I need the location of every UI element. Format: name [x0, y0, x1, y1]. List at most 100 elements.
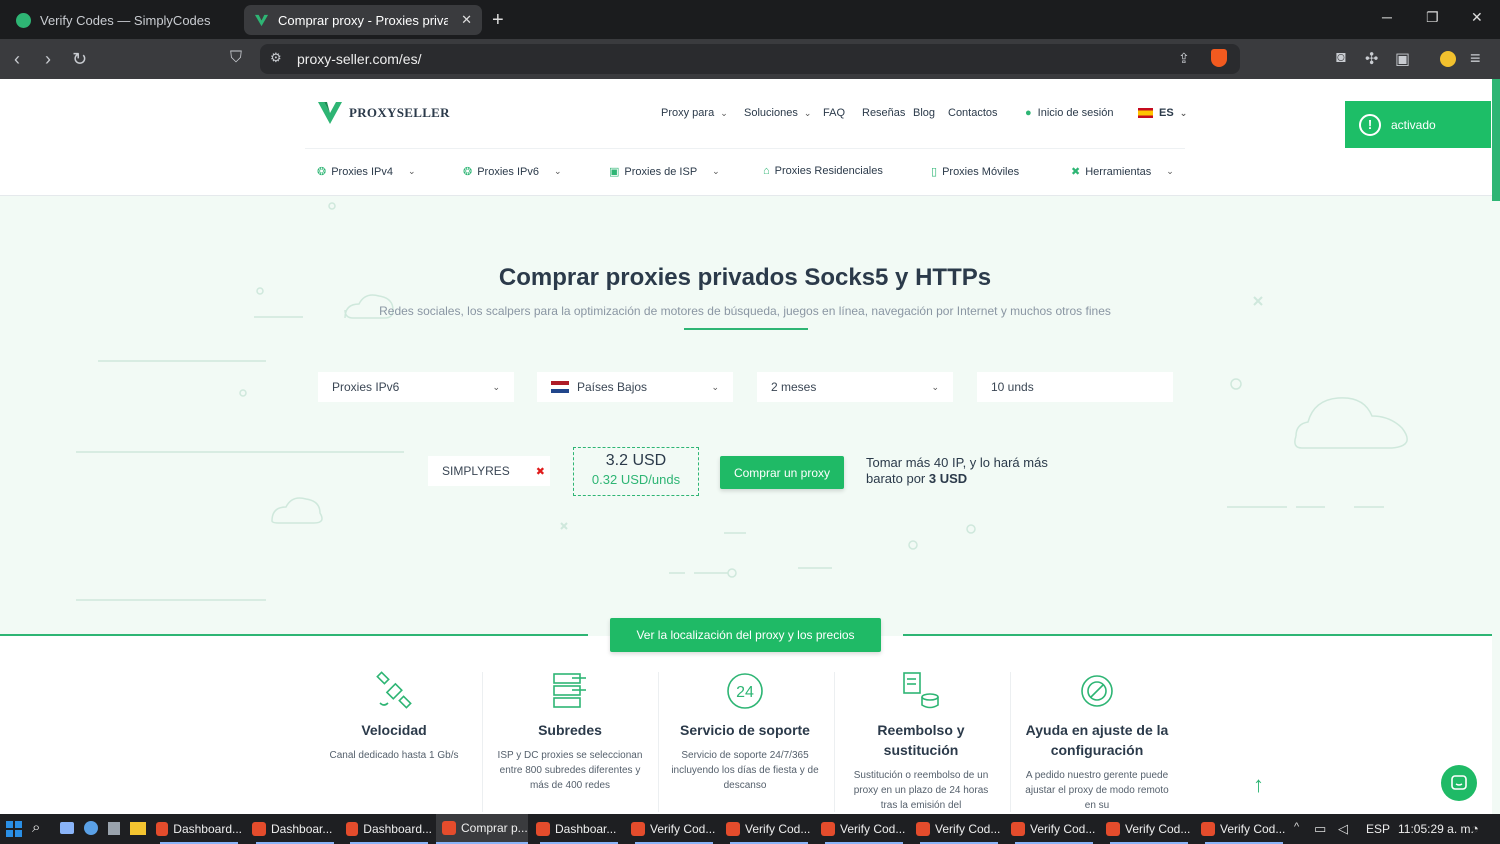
menu-soluciones[interactable]: Soluciones ⌄ — [744, 107, 811, 119]
chevron-down-icon: ⌄ — [553, 166, 562, 176]
taskbar-item[interactable]: Verify Cod... — [1201, 814, 1287, 844]
back-icon[interactable]: ‹ — [14, 49, 20, 70]
calculator-icon[interactable] — [108, 822, 120, 835]
minimize-icon[interactable]: ─ — [1382, 9, 1392, 25]
search-icon[interactable]: ⌕ — [32, 819, 40, 836]
share-icon[interactable]: ⇪ — [1178, 50, 1190, 67]
promo-amount: 3 USD — [928, 471, 968, 486]
taskbar-item[interactable]: Verify Cod... — [1106, 814, 1192, 844]
scroll-to-top-icon[interactable]: ↑ — [1253, 772, 1264, 798]
taskbar-item[interactable]: Verify Cod... — [1011, 814, 1097, 844]
brave-shield-icon[interactable] — [1211, 49, 1227, 67]
chat-button[interactable] — [1441, 765, 1477, 801]
site-settings-icon[interactable]: ⚙ — [270, 50, 282, 66]
clock[interactable]: 11:05:29 a. m. — [1398, 822, 1474, 836]
notification-bell-icon[interactable]: ◔ — [1471, 821, 1479, 836]
menu-label: Blog — [913, 107, 936, 119]
svg-text:24: 24 — [736, 684, 754, 701]
chevron-down-icon: ⌄ — [1179, 107, 1188, 118]
taskbar-item[interactable]: Dashboard... — [156, 814, 242, 844]
view-locations-button[interactable]: Ver la localización del proxy y los prec… — [610, 618, 881, 652]
tray-chevron-icon[interactable]: ^ — [1294, 821, 1299, 833]
feature-title: Velocidad — [361, 722, 427, 738]
close-tab-icon[interactable]: ✕ — [461, 12, 472, 28]
tab-comprar-proxy[interactable]: Comprar proxy - Proxies privado ✕ — [244, 5, 482, 35]
quantity-input[interactable]: 10 unds — [977, 372, 1173, 402]
feature-separator — [1010, 672, 1011, 812]
volume-icon[interactable]: ◁ — [1338, 821, 1348, 837]
taskbar-item[interactable]: Verify Cod... — [726, 814, 812, 844]
address-bar-row: ‹ › ↻ ⛉ ⚙ proxy-seller.com/es/ ⇪ ◙ ✣ ▣ ≡ — [0, 39, 1500, 79]
submenu-proxies-moviles[interactable]: ▯ Proxies Móviles — [931, 165, 1020, 179]
extensions-icon[interactable]: ✣ — [1365, 49, 1378, 69]
reader-icon[interactable]: ▣ — [1395, 49, 1410, 69]
forward-icon[interactable]: › — [45, 49, 51, 70]
taskbar-label: Dashboar... — [271, 822, 333, 836]
logo[interactable]: PROXYSELLER — [317, 101, 450, 125]
activated-badge[interactable]: ! activado — [1345, 101, 1491, 148]
menu-icon[interactable]: ≡ — [1470, 48, 1481, 69]
submenu-label: Proxies IPv6 — [477, 165, 539, 178]
camera-icon[interactable] — [60, 822, 74, 834]
menu-blog[interactable]: Blog — [913, 107, 935, 119]
menu-resenas[interactable]: Reseñas — [862, 107, 905, 119]
tools-icon: ✖ — [1071, 166, 1081, 178]
folder-icon[interactable] — [130, 822, 146, 835]
url-field[interactable]: ⚙ proxy-seller.com/es/ ⇪ — [260, 44, 1240, 74]
submenu-proxies-ipv6[interactable]: ❂ Proxies IPv6 ⌄ — [463, 165, 562, 179]
new-tab-icon[interactable]: + — [492, 9, 504, 32]
tab-title: Verify Codes — SimplyCodes — [40, 12, 211, 28]
feature-subredes: Subredes ISP y DC proxies se seleccionan… — [495, 670, 645, 793]
chat-icon — [1451, 775, 1467, 790]
submenu-proxies-ipv4[interactable]: ❂ Proxies IPv4 ⌄ — [317, 165, 416, 179]
restore-icon[interactable]: ❐ — [1426, 9, 1439, 26]
taskbar-item[interactable]: Dashboar... — [536, 814, 622, 844]
price-box: 3.2 USD 0.32 USD/unds — [573, 447, 699, 496]
taskbar-item[interactable]: Dashboard... — [346, 814, 432, 844]
period-value: 2 meses — [771, 380, 817, 394]
period-select[interactable]: 2 meses ⌄ — [757, 372, 953, 402]
menu-proxy-para[interactable]: Proxy para ⌄ — [661, 107, 728, 119]
menu-faq[interactable]: FAQ — [823, 107, 845, 119]
taskbar-item[interactable]: Comprar p... — [436, 814, 528, 844]
coupon-field[interactable]: SIMPLYRES ✖ — [428, 456, 550, 486]
language-selector[interactable]: ES ⌄ — [1138, 107, 1187, 119]
taskbar-item[interactable]: Verify Cod... — [631, 814, 717, 844]
tab-verify-codes[interactable]: Verify Codes — SimplyCodes — [6, 5, 238, 35]
menu-label: Contactos — [948, 107, 998, 119]
input-language[interactable]: ESP — [1366, 822, 1390, 836]
taskbar-label: Verify Cod... — [1220, 822, 1286, 836]
bookmark-icon[interactable]: ⛉ — [230, 49, 242, 67]
close-window-icon[interactable]: ✕ — [1471, 9, 1483, 26]
taskbar-item[interactable]: Verify Cod... — [821, 814, 907, 844]
taskbar-item[interactable]: Verify Cod... — [916, 814, 1002, 844]
feature-title: Servicio de soporte — [680, 722, 810, 738]
chevron-down-icon: ⌄ — [931, 381, 939, 392]
remove-coupon-icon[interactable]: ✖ — [536, 465, 545, 478]
menu-contactos[interactable]: Contactos — [948, 107, 998, 119]
extension-coin-icon[interactable] — [1440, 51, 1456, 67]
simplycodes-favicon-icon — [16, 12, 31, 28]
scrollbar[interactable] — [1492, 79, 1500, 201]
quantity-value: 10 unds — [991, 380, 1034, 394]
submenu-label: Proxies Móviles — [942, 165, 1020, 178]
country-value: Países Bajos — [577, 380, 648, 394]
taskbar-item[interactable]: Dashboar... — [252, 814, 338, 844]
country-select[interactable]: Países Bajos ⌄ — [537, 372, 733, 402]
submenu-proxies-residenciales[interactable]: ⌂ Proxies Residenciales — [763, 165, 883, 177]
windows-start-icon[interactable] — [6, 821, 22, 837]
submenu-proxies-isp[interactable]: ▣ Proxies de ISP ⌄ — [609, 165, 720, 179]
brave-icon — [1201, 822, 1215, 836]
settings-gear-icon — [1081, 675, 1113, 707]
reload-icon[interactable]: ↻ — [72, 49, 87, 70]
login-link[interactable]: ● Inicio de sesión — [1025, 107, 1113, 119]
wallet-icon[interactable]: ◙ — [1336, 49, 1346, 67]
taskbar-label: Verify Cod... — [935, 822, 1001, 836]
submenu-herramientas[interactable]: ✖ Herramientas ⌄ — [1071, 165, 1174, 179]
maps-icon[interactable] — [84, 821, 98, 835]
feature-ayuda: Ayuda en ajuste de la configuración A pe… — [1022, 670, 1172, 813]
proxy-type-select[interactable]: Proxies IPv6 ⌄ — [318, 372, 514, 402]
taskbar: ⌕ Dashboard... Dashboar... Dashboard... … — [0, 814, 1500, 844]
network-icon[interactable]: ▭ — [1314, 821, 1326, 837]
buy-proxy-button[interactable]: Comprar un proxy — [720, 456, 844, 489]
